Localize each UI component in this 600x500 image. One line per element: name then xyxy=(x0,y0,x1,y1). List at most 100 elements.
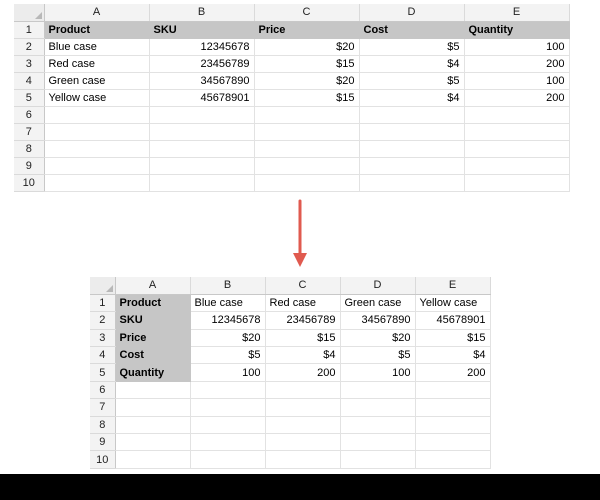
column-header-e[interactable]: E xyxy=(415,277,491,295)
table-cell[interactable]: $5 xyxy=(359,72,465,90)
table-cell[interactable] xyxy=(359,123,465,141)
column-header-c[interactable]: C xyxy=(265,277,341,295)
cell-header-price[interactable]: Price xyxy=(254,21,360,39)
row-header[interactable]: 9 xyxy=(14,157,45,175)
table-cell[interactable] xyxy=(265,433,341,452)
table-cell[interactable] xyxy=(149,123,255,141)
table-cell[interactable] xyxy=(359,106,465,124)
table-cell[interactable]: 12345678 xyxy=(149,38,255,56)
table-cell[interactable]: 100 xyxy=(190,363,266,382)
table-cell[interactable] xyxy=(190,398,266,417)
table-cell[interactable]: $15 xyxy=(415,329,491,348)
column-header-d[interactable]: D xyxy=(359,4,465,22)
table-cell[interactable] xyxy=(415,398,491,417)
row-header[interactable]: 1 xyxy=(14,21,45,39)
table-cell[interactable]: $4 xyxy=(359,89,465,107)
table-cell[interactable] xyxy=(190,450,266,469)
column-header-d[interactable]: D xyxy=(340,277,416,295)
cell-header-product[interactable]: Product xyxy=(44,21,150,39)
table-cell[interactable] xyxy=(340,450,416,469)
table-cell[interactable] xyxy=(190,416,266,435)
cell-header-quantity[interactable]: Quantity xyxy=(115,363,191,382)
row-header[interactable]: 8 xyxy=(90,416,116,435)
table-cell[interactable]: 45678901 xyxy=(149,89,255,107)
table-cell[interactable] xyxy=(415,433,491,452)
table-cell[interactable]: 200 xyxy=(464,89,570,107)
cell-header-sku[interactable]: SKU xyxy=(149,21,255,39)
table-cell[interactable]: 34567890 xyxy=(340,311,416,330)
cell-header-product[interactable]: Product xyxy=(115,294,191,313)
column-header-e[interactable]: E xyxy=(464,4,570,22)
table-cell[interactable]: 200 xyxy=(464,55,570,73)
table-cell[interactable] xyxy=(464,174,570,192)
table-cell[interactable]: $20 xyxy=(190,329,266,348)
table-cell[interactable] xyxy=(340,416,416,435)
row-header[interactable]: 1 xyxy=(90,294,116,313)
table-cell[interactable]: 45678901 xyxy=(415,311,491,330)
table-cell[interactable] xyxy=(44,106,150,124)
table-cell[interactable]: $4 xyxy=(265,346,341,365)
row-header[interactable]: 3 xyxy=(90,329,116,348)
table-cell[interactable]: Blue case xyxy=(190,294,266,313)
table-cell[interactable] xyxy=(115,450,191,469)
column-header-b[interactable]: B xyxy=(190,277,266,295)
table-cell[interactable] xyxy=(340,381,416,400)
column-header-c[interactable]: C xyxy=(254,4,360,22)
table-cell[interactable] xyxy=(254,106,360,124)
cell-header-cost[interactable]: Cost xyxy=(115,346,191,365)
row-header[interactable]: 10 xyxy=(90,450,116,469)
table-cell[interactable] xyxy=(265,450,341,469)
row-header[interactable]: 2 xyxy=(14,38,45,56)
table-cell[interactable]: $4 xyxy=(359,55,465,73)
table-cell[interactable] xyxy=(464,157,570,175)
table-cell[interactable] xyxy=(340,398,416,417)
row-header[interactable]: 5 xyxy=(14,89,45,107)
cell-header-price[interactable]: Price xyxy=(115,329,191,348)
table-cell[interactable] xyxy=(340,433,416,452)
table-cell[interactable]: $20 xyxy=(254,72,360,90)
table-cell[interactable] xyxy=(115,416,191,435)
column-header-a[interactable]: A xyxy=(44,4,150,22)
table-cell[interactable] xyxy=(359,157,465,175)
row-header[interactable]: 6 xyxy=(14,106,45,124)
table-cell[interactable]: Yellow case xyxy=(415,294,491,313)
row-header[interactable]: 4 xyxy=(14,72,45,90)
table-cell[interactable]: 200 xyxy=(265,363,341,382)
table-cell[interactable]: 200 xyxy=(415,363,491,382)
table-cell[interactable] xyxy=(44,140,150,158)
table-cell[interactable] xyxy=(149,174,255,192)
select-all-corner[interactable] xyxy=(90,277,116,295)
table-cell[interactable] xyxy=(359,174,465,192)
table-cell[interactable]: $15 xyxy=(254,55,360,73)
table-cell[interactable] xyxy=(44,123,150,141)
column-header-a[interactable]: A xyxy=(115,277,191,295)
table-cell[interactable]: $4 xyxy=(415,346,491,365)
row-header[interactable]: 9 xyxy=(90,433,116,452)
table-cell[interactable] xyxy=(265,381,341,400)
table-cell[interactable] xyxy=(254,140,360,158)
table-cell[interactable] xyxy=(415,416,491,435)
row-header[interactable]: 5 xyxy=(90,363,116,382)
table-cell[interactable] xyxy=(415,450,491,469)
table-cell[interactable] xyxy=(254,123,360,141)
table-cell[interactable]: 34567890 xyxy=(149,72,255,90)
table-cell[interactable]: 100 xyxy=(464,72,570,90)
table-cell[interactable] xyxy=(254,157,360,175)
table-cell[interactable] xyxy=(149,140,255,158)
cell-header-sku[interactable]: SKU xyxy=(115,311,191,330)
table-cell[interactable] xyxy=(190,381,266,400)
row-header[interactable]: 7 xyxy=(14,123,45,141)
table-cell[interactable] xyxy=(265,416,341,435)
table-cell[interactable]: Yellow case xyxy=(44,89,150,107)
table-cell[interactable] xyxy=(415,381,491,400)
row-header[interactable]: 7 xyxy=(90,398,116,417)
table-cell[interactable] xyxy=(464,140,570,158)
row-header[interactable]: 4 xyxy=(90,346,116,365)
table-cell[interactable] xyxy=(44,157,150,175)
table-cell[interactable] xyxy=(265,398,341,417)
table-cell[interactable]: Green case xyxy=(340,294,416,313)
table-cell[interactable] xyxy=(190,433,266,452)
table-cell[interactable]: Blue case xyxy=(44,38,150,56)
table-cell[interactable] xyxy=(149,106,255,124)
cell-header-quantity[interactable]: Quantity xyxy=(464,21,570,39)
